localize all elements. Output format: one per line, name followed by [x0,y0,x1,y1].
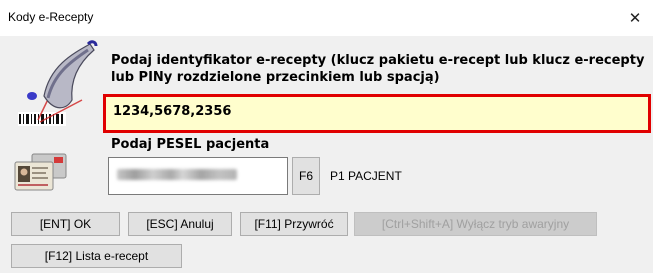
restore-button[interactable]: [F11] Przywróć [240,212,348,236]
recipe-list-button[interactable]: [F12] Lista e-recept [11,244,182,268]
window-title: Kody e-Recepty [8,10,94,24]
cancel-button[interactable]: [ESC] Anuluj [128,212,232,236]
id-card-icon [14,153,67,191]
pesel-input[interactable] [108,157,288,195]
ok-button[interactable]: [ENT] OK [11,212,120,236]
pesel-value-redacted [117,169,237,180]
recipe-code-field[interactable] [103,94,651,133]
dialog-body: Podaj identyfikator e-recepty (klucz pak… [0,36,653,273]
f6-button[interactable]: F6 [292,157,320,195]
disable-emergency-mode-button[interactable]: [Ctrl+Shift+A] Wyłącz tryb awaryjny [354,212,597,236]
barcode-scanner-icon [18,40,98,126]
recipe-code-input[interactable] [113,104,633,119]
close-icon[interactable]: ✕ [623,6,647,30]
pesel-label: Podaj PESEL pacjenta [111,137,270,152]
patient-name: P1 PACJENT [330,169,402,183]
recipe-code-label: Podaj identyfikator e-recepty (klucz pak… [111,53,645,85]
title-bar: Kody e-Recepty ✕ [0,0,653,36]
